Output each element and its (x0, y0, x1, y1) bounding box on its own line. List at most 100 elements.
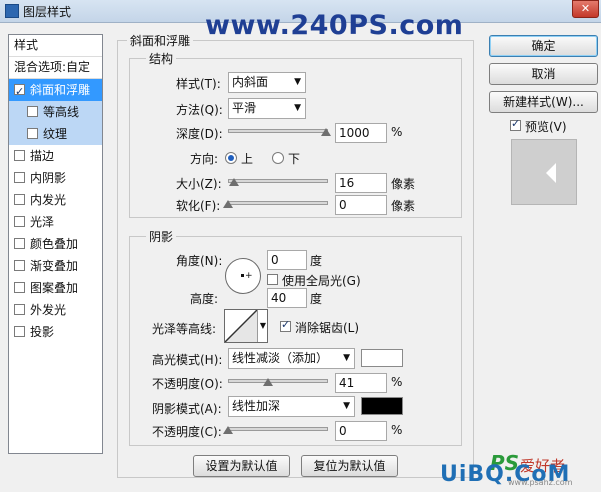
reset-default-button[interactable]: 复位为默认值 (301, 455, 398, 477)
direction-down-label: 下 (288, 152, 301, 166)
global-light-label: 使用全局光(G) (282, 274, 361, 288)
direction-down-radio[interactable] (272, 152, 284, 164)
style-item[interactable]: 斜面和浮雕 (9, 79, 102, 103)
structure-title: 结构 (146, 50, 177, 67)
style-item-checkbox[interactable] (14, 194, 25, 205)
app-icon (5, 4, 19, 18)
style-item-checkbox[interactable] (27, 128, 38, 139)
style-select[interactable]: 内斜面 ▼ (228, 72, 306, 93)
highlight-opacity-input[interactable]: 41 (335, 373, 387, 393)
direction-label: 方向: (190, 152, 219, 166)
style-label: 样式(T): (176, 77, 221, 91)
style-item-label: 内阴影 (30, 171, 67, 185)
depth-unit: % (391, 125, 403, 139)
size-input[interactable]: 16 (335, 173, 387, 193)
preview-shape-icon (546, 163, 556, 183)
technique-select[interactable]: 平滑 ▼ (228, 98, 306, 119)
styles-header[interactable]: 样式 (9, 35, 102, 57)
style-item-checkbox[interactable] (14, 282, 25, 293)
cancel-button[interactable]: 取消 (489, 63, 598, 85)
style-item-label: 外发光 (30, 303, 67, 317)
angle-input[interactable]: 0 (267, 250, 307, 270)
shadow-color-swatch[interactable] (361, 397, 403, 415)
highlight-opacity-thumb[interactable] (263, 378, 274, 386)
crosshair-icon: + (245, 271, 253, 281)
depth-input[interactable]: 1000 (335, 123, 387, 143)
style-item[interactable]: 颜色叠加 (9, 233, 102, 255)
window-title: 图层样式 (23, 5, 72, 19)
style-item-label: 斜面和浮雕 (30, 83, 91, 97)
soften-slider-track[interactable] (228, 201, 328, 205)
shadow-opacity-label: 不透明度(C): (152, 425, 222, 439)
soften-slider-thumb[interactable] (223, 200, 233, 208)
style-item-label: 光泽 (30, 215, 55, 229)
style-item-label: 内发光 (30, 193, 67, 207)
soften-input[interactable]: 0 (335, 195, 387, 215)
style-item[interactable]: 图案叠加 (9, 277, 102, 299)
new-style-button[interactable]: 新建样式(W)... (489, 91, 598, 113)
style-item-label: 渐变叠加 (30, 259, 79, 273)
make-default-button[interactable]: 设置为默认值 (193, 455, 290, 477)
style-item-checkbox[interactable] (27, 106, 38, 117)
watermark-text: www.240PS.com (205, 10, 464, 41)
style-item-checkbox[interactable] (14, 326, 25, 337)
style-item-checkbox[interactable] (14, 172, 25, 183)
altitude-input[interactable]: 40 (267, 288, 307, 308)
style-item[interactable]: 外发光 (9, 299, 102, 321)
highlight-opacity-label: 不透明度(O): (152, 377, 223, 391)
ok-button[interactable]: 确定 (489, 35, 598, 57)
style-item-checkbox[interactable] (14, 216, 25, 227)
gloss-contour-label: 光泽等高线: (152, 322, 217, 336)
shadow-opacity-track[interactable] (228, 427, 328, 431)
style-item[interactable]: 纹理 (9, 123, 102, 145)
style-item-checkbox[interactable] (14, 150, 25, 161)
style-item-checkbox[interactable] (14, 81, 25, 103)
direction-up-radio[interactable] (225, 152, 237, 164)
style-item-label: 投影 (30, 325, 55, 339)
angle-unit: 度 (310, 254, 323, 268)
style-item[interactable]: 内发光 (9, 189, 102, 211)
global-light-checkbox[interactable] (267, 274, 278, 285)
style-item-label: 纹理 (43, 127, 68, 141)
depth-slider-track[interactable] (228, 129, 328, 133)
highlight-mode-value: 线性减淡（添加） (232, 351, 329, 365)
shadow-opacity-thumb[interactable] (223, 426, 233, 434)
style-item-checkbox[interactable] (14, 238, 25, 249)
depth-slider-thumb[interactable] (321, 128, 331, 136)
highlight-opacity-track[interactable] (228, 379, 328, 383)
style-item[interactable]: 等高线 (9, 101, 102, 123)
style-item-checkbox[interactable] (14, 260, 25, 271)
size-unit: 像素 (391, 177, 416, 191)
size-label: 大小(Z): (176, 177, 222, 191)
direction-up-label: 上 (241, 152, 254, 166)
size-slider-thumb[interactable] (228, 178, 239, 186)
style-item[interactable]: 渐变叠加 (9, 255, 102, 277)
antialias-label: 消除锯齿(L) (295, 321, 360, 335)
altitude-unit: 度 (310, 292, 323, 306)
shadow-opacity-unit: % (391, 423, 403, 437)
shadow-mode-label: 阴影模式(A): (152, 402, 222, 416)
shadow-mode-select[interactable]: 线性加深 ▼ (228, 396, 355, 417)
style-item-label: 等高线 (43, 105, 80, 119)
preview-checkbox[interactable] (510, 117, 521, 131)
gloss-contour-picker[interactable]: ▼ (224, 309, 268, 343)
style-item-label: 图案叠加 (30, 281, 79, 295)
shadow-opacity-input[interactable]: 0 (335, 421, 387, 441)
technique-label: 方法(Q): (176, 103, 223, 117)
style-item[interactable]: 光泽 (9, 211, 102, 233)
chevron-down-icon: ▼ (257, 310, 268, 342)
altitude-label: 高度: (190, 292, 219, 306)
style-item-label: 颜色叠加 (30, 237, 79, 251)
style-item[interactable]: 内阴影 (9, 167, 102, 189)
style-item[interactable]: 投影 (9, 321, 102, 343)
angle-dial[interactable]: + (225, 258, 261, 294)
style-item-checkbox[interactable] (14, 304, 25, 315)
blend-options-item[interactable]: 混合选项:自定 (9, 57, 102, 79)
bevel-group-title: 斜面和浮雕 (127, 32, 194, 49)
style-item[interactable]: 描边 (9, 145, 102, 167)
antialias-checkbox[interactable] (280, 318, 291, 332)
highlight-color-swatch[interactable] (361, 349, 403, 367)
close-button[interactable]: ✕ (572, 0, 599, 18)
highlight-mode-select[interactable]: 线性减淡（添加） ▼ (228, 348, 355, 369)
size-slider-track[interactable] (228, 179, 328, 183)
